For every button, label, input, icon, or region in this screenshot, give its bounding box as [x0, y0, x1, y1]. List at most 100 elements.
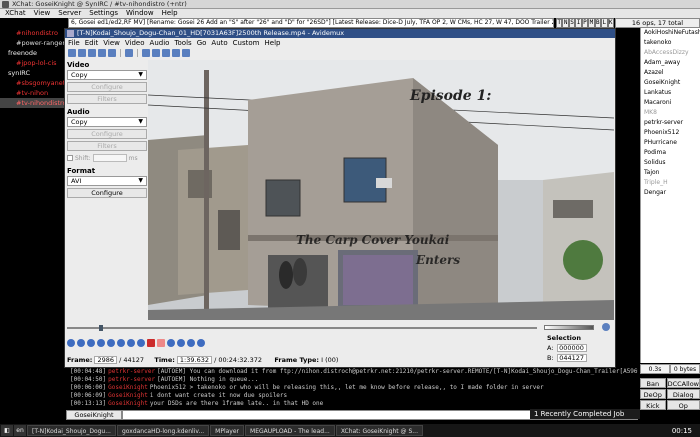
- video-configure-button[interactable]: Configure: [67, 82, 147, 92]
- seek-slider[interactable]: [67, 325, 537, 331]
- shift-checkbox[interactable]: [67, 155, 73, 161]
- next-frame-icon[interactable]: [97, 339, 105, 347]
- previous-keyframe-icon[interactable]: [107, 339, 115, 347]
- menu-tools[interactable]: Tools: [174, 39, 191, 47]
- side-preview-icon[interactable]: [162, 49, 170, 57]
- separate-preview-icon[interactable]: [182, 49, 190, 57]
- user-list-item[interactable]: Dengar: [641, 188, 700, 198]
- user-list-item[interactable]: Tajon: [641, 168, 700, 178]
- video-codec-select[interactable]: Copy ▼: [67, 70, 147, 80]
- open-append-icon[interactable]: [78, 49, 86, 57]
- mode-button-k[interactable]: K: [607, 18, 614, 28]
- user-list-item[interactable]: AokiHoshiNeFutasha: [641, 28, 700, 38]
- xchat-menu-window[interactable]: Window: [126, 9, 154, 17]
- audio-codec-select[interactable]: Copy ▼: [67, 117, 147, 127]
- taskbar-item[interactable]: XChat: GoseiKnight @ S...: [335, 425, 423, 436]
- menu-video[interactable]: Video: [125, 39, 145, 47]
- taskbar-item[interactable]: MEGAUPLOAD - The lead...: [245, 425, 335, 436]
- input-preview-icon[interactable]: [142, 49, 150, 57]
- chat-nick[interactable]: GoseiKnight: [108, 384, 148, 391]
- menu-audio[interactable]: Audio: [150, 39, 170, 47]
- start-menu-icon[interactable]: ◧: [1, 425, 13, 436]
- save-video-icon[interactable]: [108, 49, 116, 57]
- volume-slider[interactable]: [544, 325, 594, 330]
- user-list-item[interactable]: MK8: [641, 108, 700, 118]
- goto-marker-a-icon[interactable]: [187, 339, 195, 347]
- save-icon[interactable]: [98, 49, 106, 57]
- chat-nick[interactable]: petrkr-server: [108, 376, 155, 383]
- chat-nick[interactable]: petrkr-server: [108, 368, 155, 375]
- chat-nick[interactable]: GoseiKnight: [108, 392, 148, 399]
- previous-frame-icon[interactable]: [87, 339, 95, 347]
- calculator-icon[interactable]: [125, 49, 133, 57]
- format-select[interactable]: AVI ▼: [67, 176, 147, 186]
- dccallow-button[interactable]: DCCAllow: [666, 378, 700, 388]
- xchat-menu-view[interactable]: View: [34, 9, 51, 17]
- user-list-item[interactable]: Adam_away: [641, 58, 700, 68]
- last-frame-icon[interactable]: [177, 339, 185, 347]
- channel-item[interactable]: #tv-nihondistro: [0, 98, 66, 108]
- user-list-item[interactable]: GoseiKnight: [641, 78, 700, 88]
- volume-icon[interactable]: [602, 323, 610, 331]
- play-icon[interactable]: [67, 339, 75, 347]
- language-indicator[interactable]: en: [14, 425, 26, 436]
- topic-field[interactable]: 6, Gosei ed1/ed2,RF MV] [Rename: Gosei 2…: [68, 18, 554, 28]
- previous-black-frame-icon[interactable]: [147, 339, 155, 347]
- audio-configure-button[interactable]: Configure: [67, 129, 147, 139]
- user-list-item[interactable]: Triple_H: [641, 178, 700, 188]
- xchat-menu-xchat[interactable]: XChat: [5, 9, 26, 17]
- menu-help[interactable]: Help: [265, 39, 281, 47]
- info-icon[interactable]: [88, 49, 96, 57]
- nick-button[interactable]: GoseiKnight: [66, 410, 122, 420]
- channel-item[interactable]: #jpop-lol-cis: [0, 58, 66, 68]
- format-configure-button[interactable]: Configure: [67, 188, 147, 198]
- channel-item[interactable]: #sbsgomyanetonrs: [0, 78, 66, 88]
- user-list-item[interactable]: petrkr-server: [641, 118, 700, 128]
- shift-spinner[interactable]: [92, 154, 127, 162]
- goto-marker-b-icon[interactable]: [197, 339, 205, 347]
- user-list-item[interactable]: takenoko: [641, 38, 700, 48]
- menu-edit[interactable]: Edit: [85, 39, 99, 47]
- menu-view[interactable]: View: [103, 39, 120, 47]
- top-preview-icon[interactable]: [172, 49, 180, 57]
- taskbar-item[interactable]: MPlayer: [210, 425, 245, 436]
- user-list-item[interactable]: Macaroni: [641, 98, 700, 108]
- user-list-item[interactable]: PHurricane: [641, 138, 700, 148]
- next-keyframe-icon[interactable]: [117, 339, 125, 347]
- channel-item[interactable]: #power-rangers: [0, 38, 66, 48]
- user-list-item[interactable]: Azazel: [641, 68, 700, 78]
- taskbar-item[interactable]: goxdancaHD-long.kdenliv...: [116, 425, 210, 436]
- user-list-item[interactable]: Lankatus: [641, 88, 700, 98]
- open-icon[interactable]: [68, 49, 76, 57]
- op-button[interactable]: Op: [666, 400, 700, 410]
- menu-go[interactable]: Go: [197, 39, 207, 47]
- menu-custom[interactable]: Custom: [233, 39, 260, 47]
- menu-file[interactable]: File: [68, 39, 80, 47]
- menu-auto[interactable]: Auto: [211, 39, 227, 47]
- deop-button[interactable]: DeOp: [640, 389, 666, 399]
- dialog-button[interactable]: Dialog: [666, 389, 700, 399]
- stop-icon[interactable]: [77, 339, 85, 347]
- video-filters-button[interactable]: Filters: [67, 94, 147, 104]
- seek-handle[interactable]: [98, 325, 103, 331]
- server-item[interactable]: freenode: [0, 48, 66, 58]
- user-list-item[interactable]: AbAccessDizzy: [641, 48, 700, 58]
- kick-button[interactable]: Kick: [640, 400, 666, 410]
- xchat-menu-help[interactable]: Help: [162, 9, 178, 17]
- audio-filters-button[interactable]: Filters: [67, 141, 147, 151]
- time-field[interactable]: 1:39.632: [176, 356, 212, 364]
- user-list-item[interactable]: Solidus: [641, 158, 700, 168]
- frame-field[interactable]: 2986: [94, 356, 118, 364]
- job-notification[interactable]: 1 Recently Completed Job: [530, 409, 640, 419]
- ban-button[interactable]: Ban: [640, 378, 666, 388]
- user-list-item[interactable]: Podima: [641, 148, 700, 158]
- user-list-item[interactable]: Phoenix512: [641, 128, 700, 138]
- first-frame-icon[interactable]: [167, 339, 175, 347]
- channel-item[interactable]: #tv-nihon: [0, 88, 66, 98]
- next-black-frame-icon[interactable]: [157, 339, 165, 347]
- taskbar-item[interactable]: [T-N]Kodai_Shoujo_Dogu...: [27, 425, 116, 436]
- channel-item[interactable]: #nihondistro: [0, 28, 66, 38]
- xchat-menu-server[interactable]: Server: [58, 9, 81, 17]
- set-marker-b-icon[interactable]: [137, 339, 145, 347]
- chat-nick[interactable]: GoseiKnight: [108, 400, 148, 407]
